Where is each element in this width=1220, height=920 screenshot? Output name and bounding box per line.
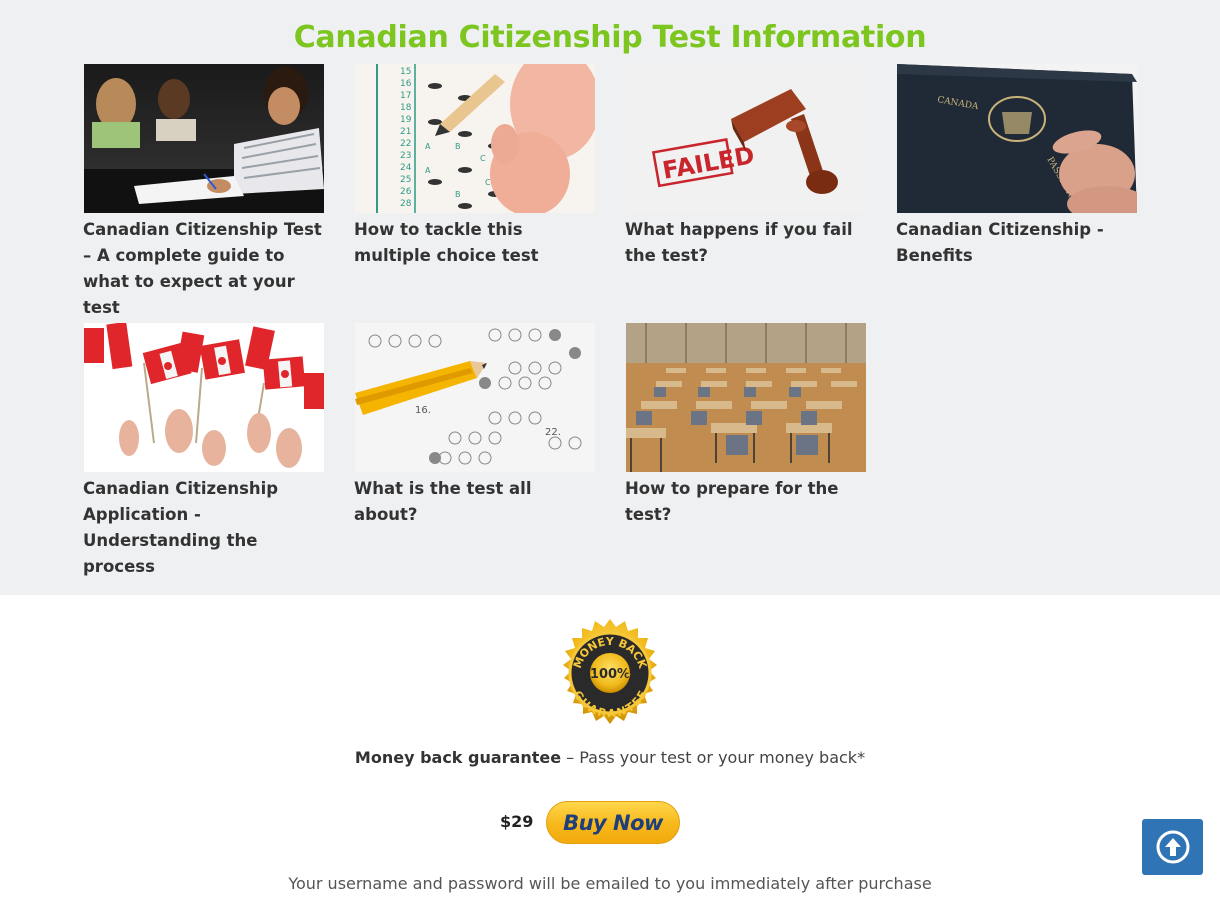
svg-text:A: A [425,166,431,175]
svg-text:★: ★ [626,672,631,679]
svg-text:22.: 22. [545,427,561,438]
bubble-answer-sheet-image: 15 16 17 18 19 21 22 23 24 25 26 28 A B C A C B [355,64,595,213]
svg-text:100%: 100% [590,667,630,682]
article-title: How to tackle this multiple choice test [354,220,539,265]
article-title: What is the test all about? [354,479,532,524]
svg-text:21: 21 [400,127,411,137]
article-title: Canadian Citizenship Test – A complete g… [83,220,322,317]
svg-text:19: 19 [400,115,412,125]
article-card-fail-test[interactable]: FAILED What happens if you fail the test… [625,64,867,269]
svg-text:26: 26 [400,187,412,197]
svg-text:16.: 16. [415,405,431,416]
article-card-test-about[interactable]: 16. 22. What is the test all about? [354,323,596,528]
svg-text:15: 15 [400,67,411,77]
svg-text:B: B [455,142,461,151]
buy-now-label: Buy Now [563,810,663,835]
article-title: What happens if you fail the test? [625,220,853,265]
arrow-up-circle-icon [1156,830,1189,864]
scroll-to-top-button[interactable] [1142,819,1203,875]
failed-stamp-image: FAILED [626,64,866,213]
canadian-flags-image [84,323,324,472]
svg-text:17: 17 [400,91,411,101]
exam-room-image [626,323,866,472]
article-card-test-guide[interactable]: Canadian Citizenship Test – A complete g… [83,64,325,321]
article-card-benefits[interactable]: CANADA PASSPORT Canadian Citizenship - B… [896,64,1138,269]
article-title: Canadian Citizenship Application - Under… [83,479,279,576]
svg-text:24: 24 [400,163,412,173]
guarantee-bold: Money back guarantee [354,748,562,767]
svg-text:B: B [455,190,461,199]
buy-now-button[interactable]: Buy Now [546,801,680,844]
email-note: Your username and password will be email… [288,874,932,893]
svg-text:C: C [485,178,491,187]
svg-text:A: A [425,142,431,151]
guarantee-rest: – Pass your test or your money back* [561,748,866,767]
svg-text:25: 25 [400,175,411,185]
article-card-multiple-choice[interactable]: 15 16 17 18 19 21 22 23 24 25 26 28 A B C A C B [354,64,596,269]
article-card-application[interactable]: Canadian Citizenship Application - Under… [83,323,325,580]
svg-text:23: 23 [400,151,411,161]
students-writing-exam-image [84,64,324,213]
svg-text:22: 22 [400,139,411,149]
svg-text:★: ★ [590,672,595,679]
info-section: Canadian Citizenship Test Information Ca… [0,0,1220,595]
svg-text:28: 28 [400,199,412,209]
svg-text:18: 18 [400,103,412,113]
svg-text:16: 16 [400,79,412,89]
svg-text:C: C [480,154,486,163]
canadian-passport-image: CANADA PASSPORT [897,64,1137,213]
money-back-badge: MONEY BACK 100% GUARANTEE ★ ★ [552,617,668,733]
guarantee-text: Money back guarantee – Pass your test or… [0,748,1220,767]
section-title: Canadian Citizenship Test Information [293,20,927,55]
price: $29 [500,812,534,831]
article-title: How to prepare for the test? [625,479,839,524]
pencil-answer-sheet-image: 16. 22. [355,323,595,472]
article-card-prepare[interactable]: How to prepare for the test? [625,323,867,528]
article-title: Canadian Citizenship - Benefits [896,220,1104,265]
